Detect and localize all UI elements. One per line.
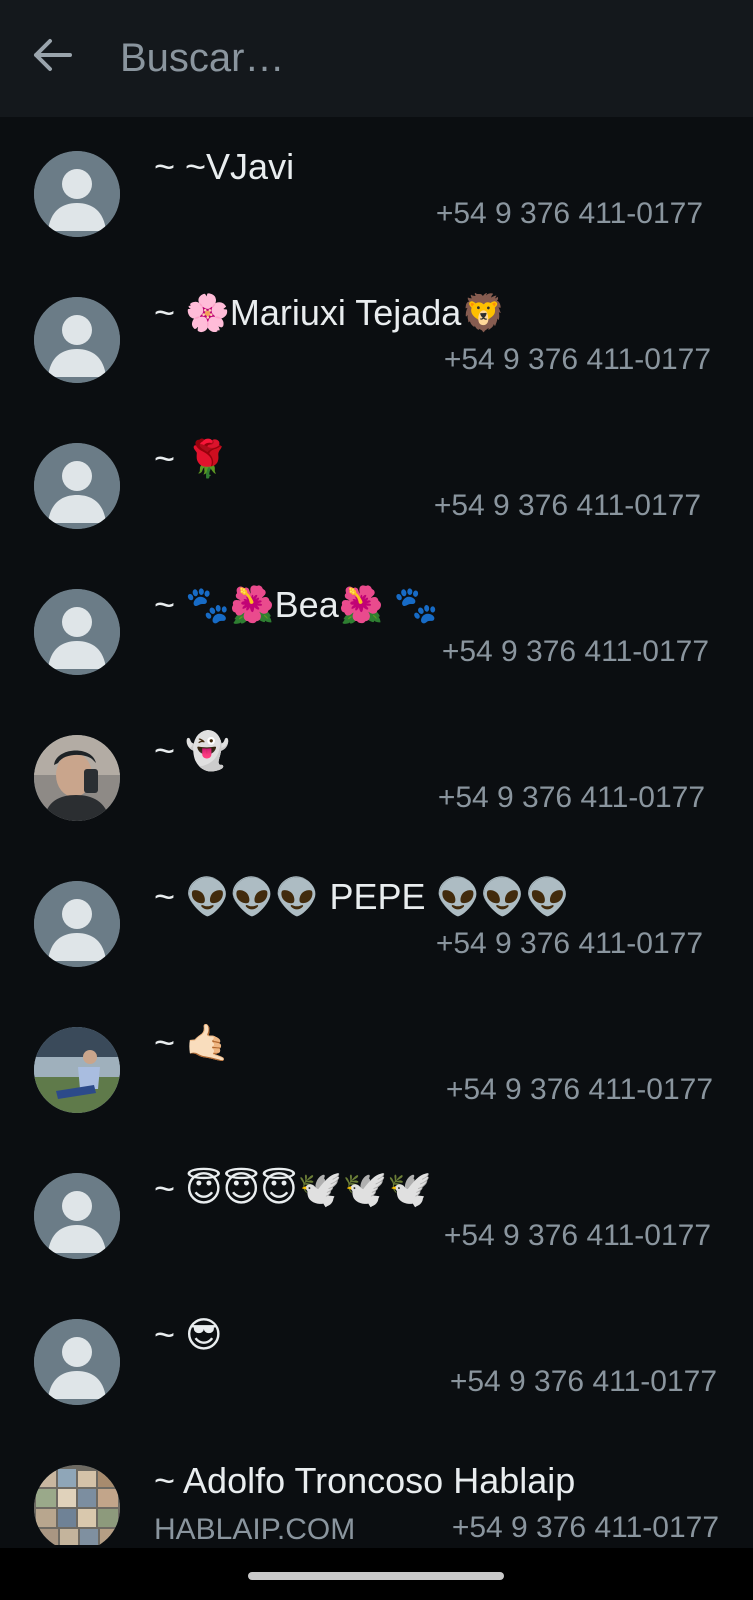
contact-search-screen: ~ ~VJavi +54 9 376 411-0177 ~ 🌸Mariuxi T… [0, 0, 753, 1600]
contact-phone: +54 9 376 411-0177 [449, 1365, 717, 1398]
contact-row[interactable]: ~ Adolfo Troncoso Hablaip HABLAIP.COM +5… [0, 1431, 753, 1545]
contact-row[interactable]: ~ 🐾🌺Bea🌺 🐾 +54 9 376 411-0177 [0, 555, 753, 701]
contact-row[interactable]: ~ 👽👽👽 PEPE 👽👽👽 +54 9 376 411-0177 [0, 847, 753, 993]
default-avatar [34, 443, 120, 529]
person-icon [34, 1319, 120, 1405]
contact-phone: +54 9 376 411-0177 [437, 781, 705, 814]
contact-row[interactable]: ~ 🌹 +54 9 376 411-0177 [0, 409, 753, 555]
contact-photo-avatar [34, 1027, 120, 1113]
person-icon [34, 443, 120, 529]
contact-phone: +54 9 376 411-0177 [451, 1511, 719, 1544]
default-avatar [34, 297, 120, 383]
contact-name: ~ 🌸Mariuxi Tejada🦁 [154, 292, 507, 333]
contact-name: ~ 👽👽👽 PEPE 👽👽👽 [154, 876, 571, 917]
default-avatar [34, 151, 120, 237]
contact-phone: +54 9 376 411-0177 [435, 927, 703, 960]
contact-row[interactable]: ~ 🤙🏻 +54 9 376 411-0177 [0, 993, 753, 1139]
contact-phone: +54 9 376 411-0177 [441, 635, 709, 668]
contact-photo-avatar [34, 1465, 120, 1545]
home-gesture-handle[interactable] [248, 1572, 504, 1580]
contact-phone: +54 9 376 411-0177 [433, 489, 701, 522]
contact-name: ~ 🌹 [154, 438, 230, 479]
contact-phone: +54 9 376 411-0177 [443, 1219, 711, 1252]
contact-name: ~ 🐾🌺Bea🌺 🐾 [154, 584, 439, 625]
contact-subtitle: HABLAIP.COM [154, 1513, 356, 1545]
default-avatar [34, 881, 120, 967]
contact-phone: +54 9 376 411-0177 [435, 197, 703, 230]
system-navigation-bar [0, 1548, 753, 1600]
default-avatar [34, 589, 120, 675]
contact-row[interactable]: ~ 🌸Mariuxi Tejada🦁 +54 9 376 411-0177 [0, 263, 753, 409]
back-button[interactable] [28, 32, 76, 82]
contact-row[interactable]: ~ ~VJavi +54 9 376 411-0177 [0, 117, 753, 263]
profile-photo-collage [34, 1465, 120, 1545]
contact-photo-avatar [34, 735, 120, 821]
contact-name: ~ 😇😇😇🕊️🕊️🕊️ [154, 1168, 433, 1209]
person-icon [34, 151, 120, 237]
person-icon [34, 881, 120, 967]
contact-phone: +54 9 376 411-0177 [445, 1073, 713, 1106]
contact-row[interactable]: ~ 😎 +54 9 376 411-0177 [0, 1285, 753, 1431]
contact-name: ~ Adolfo Troncoso Hablaip [154, 1460, 576, 1501]
default-avatar [34, 1319, 120, 1405]
arrow-left-icon [32, 38, 72, 77]
profile-photo [34, 1027, 120, 1113]
contact-list[interactable]: ~ ~VJavi +54 9 376 411-0177 ~ 🌸Mariuxi T… [0, 117, 753, 1545]
contact-name: ~ 👻 [154, 730, 230, 771]
search-toolbar [0, 0, 753, 117]
default-avatar [34, 1173, 120, 1259]
search-input[interactable] [120, 28, 680, 88]
contact-row[interactable]: ~ 😇😇😇🕊️🕊️🕊️ +54 9 376 411-0177 [0, 1139, 753, 1285]
contact-name: ~ 😎 [154, 1314, 223, 1355]
profile-photo [34, 735, 120, 821]
person-icon [34, 1173, 120, 1259]
person-icon [34, 297, 120, 383]
contact-name: ~ 🤙🏻 [154, 1022, 230, 1063]
contact-row[interactable]: ~ 👻 +54 9 376 411-0177 [0, 701, 753, 847]
contact-phone: +54 9 376 411-0177 [443, 343, 711, 376]
contact-name: ~ ~VJavi [154, 146, 295, 187]
person-icon [34, 589, 120, 675]
